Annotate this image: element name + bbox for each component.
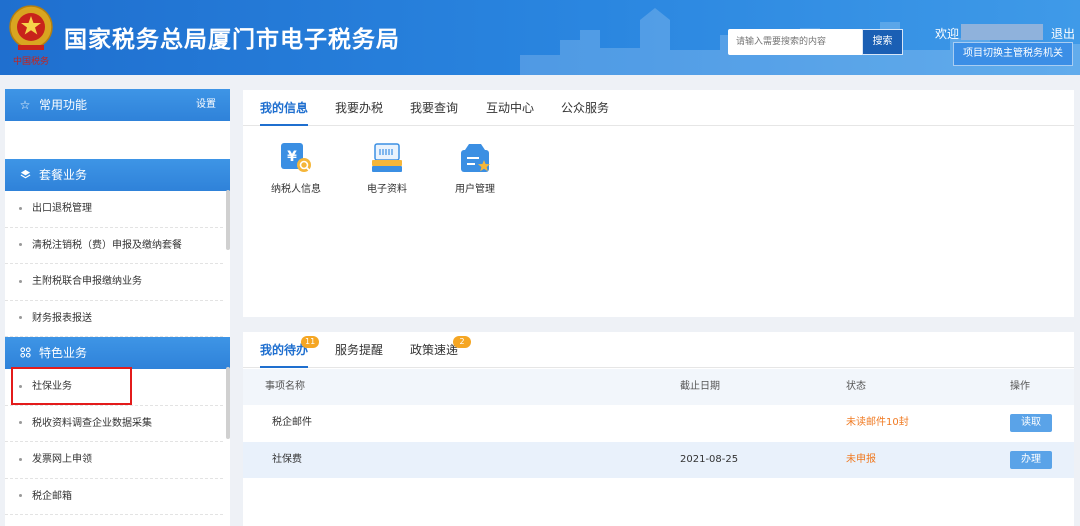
info-tabs: 我的信息 我要办税 我要查询 互动中心 公众服务	[243, 90, 1074, 126]
tile-label: 电子资料	[367, 184, 407, 195]
column-header-status: 状态	[846, 381, 866, 392]
tile-electronic-docs[interactable]: 电子资料	[362, 140, 412, 195]
star-icon: ☆	[19, 98, 31, 112]
tab-handle-tax[interactable]: 我要办税	[335, 90, 383, 126]
tile-label: 用户管理	[455, 184, 495, 195]
bullet-dot	[19, 457, 22, 461]
column-header-action: 操作	[1010, 381, 1030, 392]
settings-link[interactable]: 设置	[196, 89, 216, 121]
my-info-panel: 我的信息 我要办税 我要查询 互动中心 公众服务 ¥ 纳税人信息 电子资料 用户…	[243, 90, 1074, 317]
search-input[interactable]	[728, 29, 862, 55]
todo-panel: 我的待办 11 服务提醒 政策速递 2 事项名称 截止日期 状态 操作 税企邮件…	[243, 332, 1074, 526]
sidebar-item-label: 清税注销税（费）申报及缴纳套餐	[32, 239, 182, 251]
sidebar-item-export-rebate[interactable]: 出口退税管理	[5, 191, 223, 228]
sidebar-item-social-security[interactable]: 社保业务	[5, 369, 223, 406]
sidebar-header-package[interactable]: 套餐业务	[5, 159, 230, 191]
sidebar-item-label: 税收资料调查企业数据采集	[32, 417, 152, 429]
bullet-dot	[19, 206, 22, 210]
search-button[interactable]: 搜索	[862, 29, 903, 55]
bullet-dot	[19, 384, 22, 388]
cell-item-name: 税企邮件	[272, 417, 312, 428]
sidebar-item-financial-statements[interactable]: 财务报表报送	[5, 301, 223, 337]
sidebar-item-tax-survey[interactable]: 税收资料调查企业数据采集	[5, 406, 223, 442]
sidebar-header-label: 常用功能	[39, 98, 88, 112]
bullet-dot	[19, 243, 22, 246]
column-header-deadline: 截止日期	[680, 381, 720, 392]
tile-taxpayer-info[interactable]: ¥ 纳税人信息	[269, 140, 323, 195]
bullet-dot	[19, 421, 22, 424]
common-functions-area	[5, 121, 230, 159]
sidebar-item-label: 发票网上申领	[32, 454, 92, 465]
username-redacted	[961, 24, 1043, 40]
sidebar-item-label: 出口退税管理	[32, 203, 92, 214]
bullet-dot	[19, 316, 22, 319]
tab-public-service[interactable]: 公众服务	[561, 90, 609, 126]
tab-query[interactable]: 我要查询	[410, 90, 458, 126]
sidebar-header-label: 特色业务	[39, 346, 88, 360]
cell-status: 未申报	[846, 454, 876, 465]
user-management-icon	[461, 144, 490, 172]
sidebar-header-label: 套餐业务	[39, 168, 88, 182]
cell-deadline: 2021-08-25	[680, 454, 739, 465]
welcome-text: 欢迎	[935, 27, 960, 41]
layers-icon	[17, 159, 33, 191]
bullet-dot	[19, 494, 22, 497]
sidebar: ☆ 常用功能 设置 套餐业务 出口退税管理 清税注销税（费）申报及缴纳套餐 主附税…	[5, 89, 230, 526]
table-row[interactable]: 社保费 2021-08-25 未申报 办理	[243, 442, 1074, 478]
tab-service-reminder[interactable]: 服务提醒	[335, 332, 383, 368]
table-row[interactable]: 税企邮件 未读邮件10封 读取	[243, 405, 1074, 441]
top-header: 中国税务 国家税务总局厦门市电子税务局 搜索 欢迎 退出 项目切换主管税务机关	[0, 0, 1080, 75]
special-scrollbar[interactable]	[226, 367, 230, 439]
sidebar-item-label: 财务报表报送	[32, 312, 92, 324]
sidebar-item-label: 社保业务	[32, 381, 72, 392]
package-scrollbar[interactable]	[226, 190, 230, 250]
sidebar-item-label: 税企邮箱	[32, 490, 72, 502]
todo-count-badge: 11	[301, 336, 320, 348]
tab-policy-express[interactable]: 政策速递	[410, 332, 458, 368]
policy-count-badge: 2	[453, 336, 471, 348]
taxpayer-info-icon: ¥	[281, 143, 311, 172]
sidebar-header-common[interactable]: ☆ 常用功能 设置	[5, 89, 230, 121]
todo-table-header: 事项名称 截止日期 状态 操作	[243, 369, 1074, 405]
grid-icon	[17, 337, 33, 369]
bullet-dot	[19, 279, 22, 283]
tab-interaction-center[interactable]: 互动中心	[486, 90, 534, 126]
logout-link[interactable]: 退出	[1051, 25, 1075, 42]
tax-emblem-logo: 中国税务	[9, 5, 53, 67]
handle-button[interactable]: 办理	[1010, 451, 1052, 469]
column-header-item-name: 事项名称	[265, 381, 305, 392]
tab-my-todo[interactable]: 我的待办	[260, 332, 309, 368]
switch-tax-authority-button[interactable]: 项目切换主管税务机关	[953, 42, 1073, 66]
sidebar-item-joint-declaration[interactable]: 主附税联合申报缴纳业务	[5, 264, 223, 301]
site-title: 国家税务总局厦门市电子税务局	[64, 27, 400, 53]
tab-my-info[interactable]: 我的信息	[260, 90, 309, 126]
sidebar-header-special[interactable]: 特色业务	[5, 337, 230, 369]
cell-status: 未读邮件10封	[846, 417, 909, 428]
read-button[interactable]: 读取	[1010, 414, 1052, 432]
svg-text:¥: ¥	[287, 149, 297, 165]
todo-tabs: 我的待办 11 服务提醒 政策速递 2	[243, 332, 1074, 368]
sidebar-item-invoice-application[interactable]: 发票网上申领	[5, 442, 223, 479]
sidebar-item-tax-mailbox[interactable]: 税企邮箱	[5, 479, 223, 515]
tile-label: 纳税人信息	[271, 184, 321, 195]
tile-user-management[interactable]: 用户管理	[450, 140, 500, 195]
sidebar-item-deregistration-package[interactable]: 清税注销税（费）申报及缴纳套餐	[5, 228, 223, 264]
electronic-docs-icon	[372, 143, 402, 172]
emblem-caption: 中国税务	[13, 55, 49, 67]
cell-item-name: 社保费	[272, 454, 302, 465]
sidebar-item-label: 主附税联合申报缴纳业务	[32, 276, 142, 287]
